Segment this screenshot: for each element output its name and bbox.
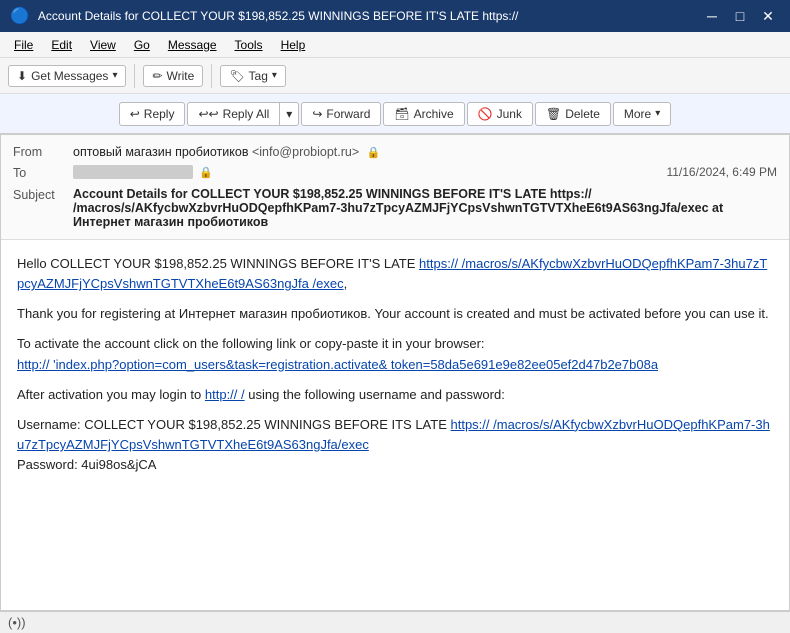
reply-button[interactable]: ↩ Reply [119,102,186,126]
email-date: 11/16/2024, 6:49 PM [666,165,777,179]
delete-icon: 🗑 [546,107,561,121]
toolbar-divider-1 [134,64,135,88]
greeting-text: Hello COLLECT YOUR $198,852.25 WINNINGS … [17,256,415,271]
menu-view[interactable]: View [82,36,124,54]
minimize-button[interactable]: ─ [700,6,724,26]
recipient-security-icon: 🔒 [199,166,213,179]
reply-label: Reply [144,107,175,121]
tag-label: Tag [249,69,268,83]
to-row: To 🔒 11/16/2024, 6:49 PM [13,162,777,183]
reply-all-button[interactable]: ↩↩ Reply All [187,102,279,126]
write-label: Write [167,69,195,83]
delete-label: Delete [565,107,600,121]
get-messages-icon: ⬇ [17,69,27,83]
reply-all-dropdown[interactable]: ▾ [279,102,299,126]
window-title: Account Details for COLLECT YOUR $198,85… [38,9,692,23]
email-headers: From оптовый магазин пробиотиков <info@p… [1,135,789,240]
write-icon: ✏ [152,69,162,83]
activate-text: To activate the account click on the fol… [17,336,485,351]
menu-help[interactable]: Help [273,36,314,54]
subject-label: Subject [13,187,73,202]
subject-row: Subject Account Details for COLLECT YOUR… [13,183,777,233]
more-label: More [624,107,651,121]
reply-all-label: Reply All [223,107,270,121]
menu-go[interactable]: Go [126,36,158,54]
after-activation-text: After activation you may login to [17,387,201,402]
toolbar: ⬇ Get Messages ▾ ✏ Write 🏷 Tag ▾ [0,58,790,94]
close-button[interactable]: ✕ [756,6,780,26]
greeting-paragraph: Hello COLLECT YOUR $198,852.25 WINNINGS … [17,254,773,294]
forward-icon: ↪ [312,107,322,121]
security-icon: 🔒 [367,147,381,159]
from-label: From [13,144,73,159]
from-value: оптовый магазин пробиотиков <info@probio… [73,145,777,159]
menu-tools[interactable]: Tools [227,36,271,54]
login-paragraph: After activation you may login to http:/… [17,385,773,405]
email-container: From оптовый магазин пробиотиков <info@p… [0,134,790,611]
main-content: ↩ Reply ↩↩ Reply All ▾ ↪ Forward 🗃 Archi… [0,94,790,633]
to-label: To [13,165,73,180]
tag-button[interactable]: 🏷 Tag ▾ [220,65,286,87]
maximize-button[interactable]: □ [728,6,752,26]
menu-edit[interactable]: Edit [43,36,80,54]
toolbar-divider-2 [211,64,212,88]
action-toolbar: ↩ Reply ↩↩ Reply All ▾ ↪ Forward 🗃 Archi… [0,94,790,134]
get-messages-button[interactable]: ⬇ Get Messages ▾ [8,65,126,87]
username-text: Username: COLLECT YOUR $198,852.25 WINNI… [17,417,447,432]
credentials-paragraph: Username: COLLECT YOUR $198,852.25 WINNI… [17,415,773,475]
archive-button[interactable]: 🗃 Archive [383,102,464,126]
wifi-icon: (•)) [8,615,26,630]
title-bar: 🔵 Account Details for COLLECT YOUR $198,… [0,0,790,32]
menu-bar: File Edit View Go Message Tools Help [0,32,790,58]
email-body: Hello COLLECT YOUR $198,852.25 WINNINGS … [1,240,789,607]
reply-all-icon: ↩↩ [198,107,218,121]
delete-button[interactable]: 🗑 Delete [535,102,611,126]
tag-icon: 🏷 [229,69,244,83]
using-text: using the following username and passwor… [248,387,505,402]
sender-name: оптовый магазин пробиотиков [73,145,248,159]
app-icon: 🔵 [10,6,30,26]
reply-icon: ↩ [130,107,140,121]
junk-label: Junk [497,107,522,121]
activation-link[interactable]: http:// 'index.php?option=com_users&task… [17,357,658,372]
get-messages-label: Get Messages [31,69,108,83]
more-dropdown-icon: ▾ [655,108,660,119]
sender-email: <info@probiopt.ru> [252,145,359,159]
junk-button[interactable]: 🚫 Junk [467,102,533,126]
menu-message[interactable]: Message [160,36,225,54]
junk-icon: 🚫 [478,107,493,121]
window-controls: ─ □ ✕ [700,6,780,26]
activate-paragraph: To activate the account click on the fol… [17,334,773,374]
forward-label: Forward [326,107,370,121]
recipient-address [73,165,193,179]
subject-text: Account Details for COLLECT YOUR $198,85… [73,187,777,229]
get-messages-dropdown-icon[interactable]: ▾ [112,70,117,81]
archive-icon: 🗃 [394,107,409,121]
tag-dropdown-icon[interactable]: ▾ [272,70,277,81]
login-link[interactable]: http:// / [205,387,245,402]
password-text: Password: 4ui98os&jCA [17,457,156,472]
write-button[interactable]: ✏ Write [143,65,203,87]
more-button[interactable]: More ▾ [613,102,671,126]
thank-you-paragraph: Thank you for registering at Интернет ма… [17,304,773,324]
reply-all-group: ↩↩ Reply All ▾ [187,102,299,126]
menu-file[interactable]: File [6,36,41,54]
forward-button[interactable]: ↪ Forward [301,102,381,126]
status-bar: (•)) [0,611,790,633]
archive-label: Archive [414,107,454,121]
from-row: From оптовый магазин пробиотиков <info@p… [13,141,777,162]
